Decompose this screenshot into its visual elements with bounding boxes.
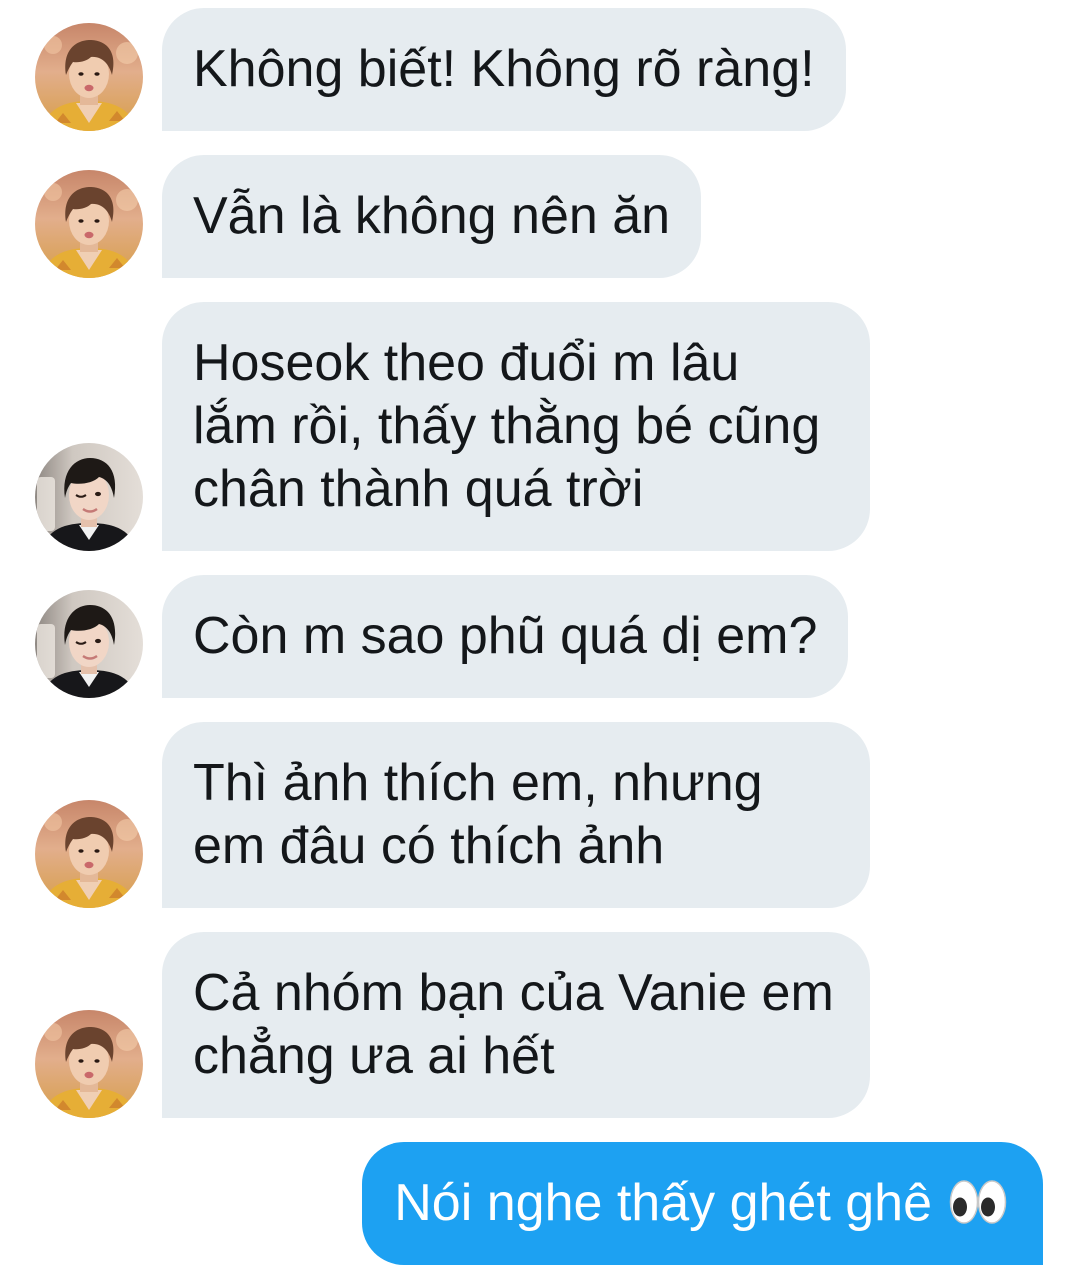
sender-avatar[interactable] bbox=[35, 1010, 143, 1118]
received-message-bubble[interactable]: Cả nhóm bạn của Vanie em chẳng ưa ai hết bbox=[162, 932, 870, 1118]
sent-message-bubble[interactable]: Nói nghe thấy ghét ghê bbox=[362, 1142, 1043, 1265]
message-text: chẳng ưa ai hết bbox=[193, 1027, 555, 1085]
avatar-orange-outfit-icon bbox=[35, 170, 143, 278]
message-row: Còn m sao phũ quá dị em? bbox=[0, 575, 1080, 698]
avatar-orange-outfit-icon bbox=[35, 23, 143, 131]
message-text: Cả nhóm bạn của Vanie em bbox=[193, 964, 834, 1022]
received-message-bubble[interactable]: Vẫn là không nên ăn bbox=[162, 155, 702, 278]
message-text: lắm rồi, thấy thằng bé cũng bbox=[193, 397, 821, 455]
message-row: Nói nghe thấy ghét ghê bbox=[0, 1142, 1080, 1265]
message-text: chân thành quá trời bbox=[193, 460, 644, 518]
received-message-bubble[interactable]: Thì ảnh thích em, nhưng em đâu có thích … bbox=[162, 722, 870, 908]
avatar-dark-jacket-icon bbox=[35, 590, 143, 698]
message-row: Cả nhóm bạn của Vanie em chẳng ưa ai hết bbox=[0, 932, 1080, 1118]
eyes-emoji-icon bbox=[948, 1177, 1008, 1227]
message-text: em đâu có thích ảnh bbox=[193, 817, 665, 875]
message-row: Vẫn là không nên ăn bbox=[0, 155, 1080, 278]
avatar-orange-outfit-icon bbox=[35, 800, 143, 908]
message-text: Thì ảnh thích em, nhưng bbox=[193, 754, 763, 812]
message-text: Vẫn là không nên ăn bbox=[193, 187, 671, 245]
received-message-bubble[interactable]: Hoseok theo đuổi m lâu lắm rồi, thấy thằ… bbox=[162, 302, 870, 551]
received-message-bubble[interactable]: Không biết! Không rõ ràng! bbox=[162, 8, 846, 131]
sender-avatar[interactable] bbox=[35, 443, 143, 551]
sender-avatar[interactable] bbox=[35, 170, 143, 278]
message-text: Không biết! Không rõ ràng! bbox=[193, 40, 815, 98]
message-text: Hoseok theo đuổi m lâu bbox=[193, 334, 740, 392]
message-row: Hoseok theo đuổi m lâu lắm rồi, thấy thằ… bbox=[0, 302, 1080, 551]
sender-avatar[interactable] bbox=[35, 800, 143, 908]
message-row: Thì ảnh thích em, nhưng em đâu có thích … bbox=[0, 722, 1080, 908]
avatar-orange-outfit-icon bbox=[35, 1010, 143, 1118]
message-row: Không biết! Không rõ ràng! bbox=[0, 8, 1080, 131]
sender-avatar[interactable] bbox=[35, 23, 143, 131]
avatar-dark-jacket-icon bbox=[35, 443, 143, 551]
sender-avatar[interactable] bbox=[35, 590, 143, 698]
message-text: Nói nghe thấy ghét ghê bbox=[394, 1174, 932, 1232]
message-text: Còn m sao phũ quá dị em? bbox=[193, 607, 818, 665]
conversation-thread: Không biết! Không rõ ràng! Vẫn là không … bbox=[0, 0, 1080, 1265]
received-message-bubble[interactable]: Còn m sao phũ quá dị em? bbox=[162, 575, 849, 698]
